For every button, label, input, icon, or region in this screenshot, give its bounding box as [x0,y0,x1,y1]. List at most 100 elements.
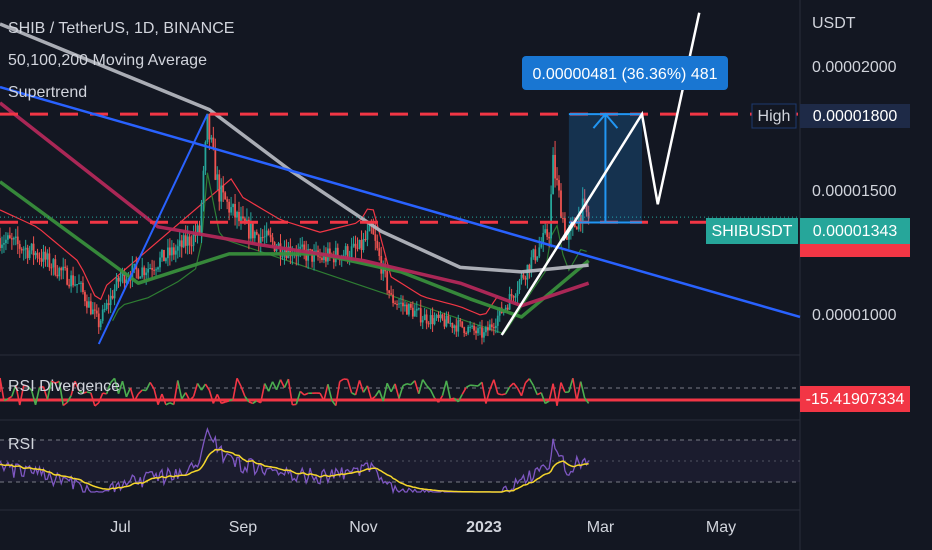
candle-body [42,251,45,262]
symbol-title: SHIB / TetherUS, 1D, BINANCE [8,20,235,37]
price-axis-unit: USDT [812,15,856,32]
candle-body [28,250,31,259]
candle-body [518,280,521,291]
candle-body [80,282,82,284]
candle-body [419,308,422,323]
candle-body [72,275,74,286]
candle-body [575,227,578,230]
last-price: 0.00001343 [813,223,898,240]
candle-body [40,258,43,262]
candle-body [548,236,551,239]
candle-body [396,303,398,305]
candle-body [554,154,556,179]
candle-body [216,174,219,180]
candle-body [12,237,15,240]
candle-body [451,323,454,329]
candle-body [192,233,195,246]
candle-body [453,325,456,329]
candle-body [534,249,537,261]
candle-body [66,267,69,285]
candle-body [115,277,118,290]
candle-body [538,247,541,257]
time-axis-tick: May [706,519,736,536]
candle-body [392,294,394,304]
candle-body [536,256,539,261]
candle-body [562,218,564,220]
candle-body [435,314,438,319]
candle-body [299,246,302,249]
candle-body [255,232,258,235]
candle-body [423,314,426,321]
candle-body [560,190,562,219]
candle-body [18,244,21,249]
candle-body [48,253,51,268]
indicator-legend-supertrend: Supertrend [8,84,88,101]
candle-body [510,294,513,297]
candle-body [546,229,549,237]
price-tick: 0.00001000 [812,307,897,324]
candle-body [473,325,475,331]
candle-body [56,274,59,277]
candle-body [206,113,209,143]
candle-body [111,295,114,299]
candle-body [315,250,317,252]
candle-body [558,180,560,191]
candle-body [174,250,177,255]
time-axis-tick: Nov [349,519,377,536]
candle-body [447,315,450,324]
candle-body [36,252,39,258]
candle-body [188,236,191,246]
candle-body [350,246,353,258]
candle-body [404,304,406,307]
candle-body [427,323,430,325]
candle-body [228,201,231,213]
rsi-divergence-segment [450,397,455,400]
candle-body [417,308,420,310]
candle-body [222,185,225,193]
candle-body [407,304,410,315]
price-chart[interactable]: USDT 0.00002000 0.00001500 0.00001000 Hi… [0,0,932,550]
candle-body [155,269,157,271]
high-value: 0.00001800 [813,108,898,125]
candle-body [113,289,116,299]
candle-body [34,252,37,256]
candle-body [455,325,458,332]
candle-body [512,296,515,298]
candle-body [30,243,33,251]
candle-body [139,276,142,279]
candle-body [62,266,65,271]
candle-body [210,137,213,140]
time-axis-tick: 2023 [466,519,502,536]
candle-body [459,320,462,322]
candle-body [200,202,203,233]
candle-body [198,225,201,233]
candle-body [84,292,86,302]
candle-body [97,313,100,328]
candle-body [95,310,98,314]
candle-body [514,295,517,298]
candle-body [449,323,452,325]
candle-body [360,239,363,251]
candle-body [267,230,270,235]
candle-body [170,247,173,256]
candle-body [374,234,377,241]
candle-body [354,243,357,248]
candle-body [429,315,432,325]
candle-body [58,268,61,277]
candle-body [82,282,84,293]
candle-body [376,240,379,249]
candle-body [481,327,483,338]
candle-body [0,238,1,248]
candle-body [368,225,371,232]
candle-body [411,307,414,317]
candle-body [496,315,499,326]
candle-body [362,239,365,251]
candle-body [321,257,323,261]
candle-body [7,235,9,240]
candle-body [475,330,477,334]
candle-body [167,247,169,259]
candle-body [68,284,71,287]
rsi-divergence-segment [501,393,506,396]
candle-body [457,320,460,332]
candle-body [107,303,110,306]
